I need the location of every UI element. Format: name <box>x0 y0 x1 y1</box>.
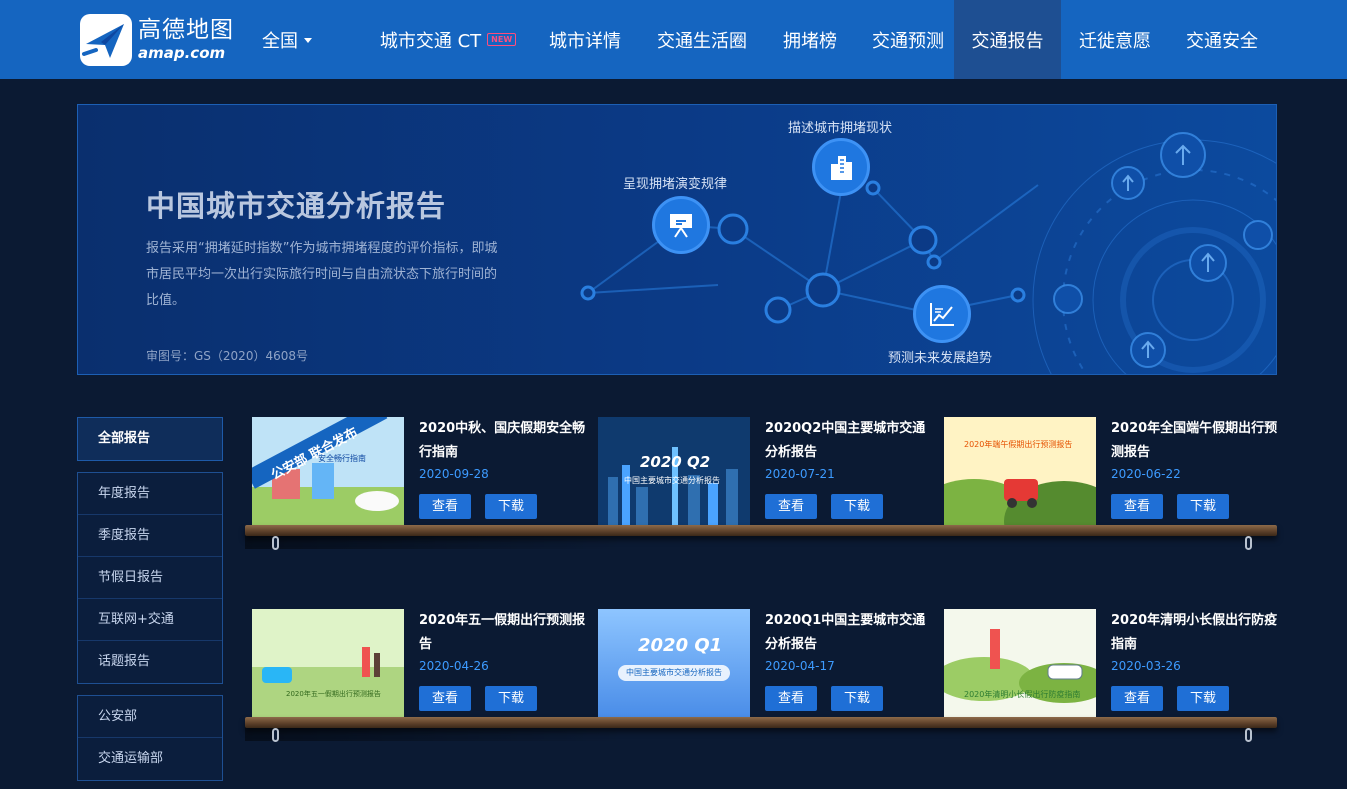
report-thumbnail[interactable]: 2020年五一假期出行预测报告 <box>252 609 404 717</box>
sidebar-group-all: 全部报告 <box>77 417 223 461</box>
thumbnail-caption: 2020年清明小长假出行防疫指南 <box>964 690 1081 699</box>
report-thumbnail[interactable]: 2020年端午假期出行预测报告 <box>944 417 1096 525</box>
banner-title: 中国城市交通分析报告 <box>146 189 447 223</box>
report-thumbnail[interactable]: 2020 Q2 中国主要城市交通分析报告 <box>598 417 750 525</box>
nav-label: 城市交通 CT <box>379 30 482 52</box>
nav-city-details[interactable]: 城市详情 <box>534 0 636 79</box>
sidebar-group-categories: 年度报告 季度报告 节假日报告 互联网+交通 话题报告 <box>77 472 223 684</box>
feature-label-forecast: 预测未来发展趋势 <box>888 351 993 366</box>
report-title[interactable]: 2020Q1中国主要城市交通分析报告 <box>765 609 933 657</box>
city-buildings-icon <box>812 138 870 196</box>
report-thumbnail[interactable]: 公安部 联合发布 安全畅行指南 <box>252 417 404 525</box>
shelf-hook-icon <box>272 536 279 550</box>
thumbnail-caption: 2020 Q2 <box>640 453 711 471</box>
top-navigation-bar: 高德地图 amap.com 全国 城市交通 CT NEW 城市详情 交通生活圈 … <box>0 0 1347 79</box>
download-button[interactable]: 下载 <box>485 494 537 519</box>
view-button[interactable]: 查看 <box>1111 494 1163 519</box>
hero-banner: 中国城市交通分析报告 报告采用“拥堵延时指数”作为城市拥堵程度的评价指标，即城市… <box>77 104 1277 375</box>
report-date: 2020-06-22 <box>1111 467 1181 481</box>
view-button[interactable]: 查看 <box>1111 686 1163 711</box>
view-button[interactable]: 查看 <box>765 686 817 711</box>
nav-traffic-life-circle[interactable]: 交通生活圈 <box>646 0 758 79</box>
view-button[interactable]: 查看 <box>765 494 817 519</box>
shelf-hook-icon <box>1245 536 1252 550</box>
report-card: 2020年五一假期出行预测报告 2020年五一假期出行预测报告 2020-04-… <box>252 609 585 717</box>
report-card: 2020 Q2 中国主要城市交通分析报告 2020Q2中国主要城市交通分析报告 … <box>598 417 928 525</box>
trend-chart-icon <box>913 285 971 343</box>
report-card: 2020年端午假期出行预测报告 2020年全国端午假期出行预测报告 2020-0… <box>944 417 1277 525</box>
paper-plane-logo-icon <box>80 14 132 66</box>
nav-label: 迁徙意愿 <box>1079 30 1151 52</box>
logo-chinese-name: 高德地图 <box>138 17 234 43</box>
shelf-shadow <box>245 727 625 741</box>
map-approval-code: 审图号：GS（2020）4608号 <box>146 349 308 363</box>
thumbnail-caption: 2020 Q1 <box>638 635 723 656</box>
nav-label: 交通报告 <box>971 30 1044 52</box>
thumbnail-subcaption: 中国主要城市交通分析报告 <box>626 668 722 677</box>
report-date: 2020-03-26 <box>1111 659 1181 673</box>
thumbnail-caption: 2020年端午假期出行预测报告 <box>964 440 1073 449</box>
shelf-shadow <box>245 535 625 549</box>
nav-label: 城市详情 <box>549 30 621 52</box>
nav-migration-intent[interactable]: 迁徙意愿 <box>1069 0 1161 79</box>
thumbnail-subcaption: 安全畅行指南 <box>318 454 366 463</box>
nav-traffic-report[interactable]: 交通报告 <box>954 0 1061 79</box>
report-card: 2020年清明小长假出行防疫指南 2020年清明小长假出行防疫指南 2020-0… <box>944 609 1277 717</box>
logo-domain: amap.com <box>138 44 226 62</box>
feature-label-status: 描述城市拥堵现状 <box>788 121 893 136</box>
sidebar-item-quarterly[interactable]: 季度报告 <box>78 515 222 557</box>
new-badge: NEW <box>487 33 517 46</box>
report-title[interactable]: 2020中秋、国庆假期安全畅行指南 <box>419 417 587 465</box>
nav-label: 拥堵榜 <box>783 30 837 52</box>
nav-traffic-forecast[interactable]: 交通预测 <box>862 0 954 79</box>
report-card: 2020 Q1 中国主要城市交通分析报告 2020Q1中国主要城市交通分析报告 … <box>598 609 928 717</box>
download-button[interactable]: 下载 <box>1177 686 1229 711</box>
report-date: 2020-07-21 <box>765 467 835 481</box>
region-selector[interactable]: 全国 <box>262 27 312 53</box>
download-button[interactable]: 下载 <box>831 494 883 519</box>
report-thumbnail[interactable]: 2020 Q1 中国主要城市交通分析报告 <box>598 609 750 717</box>
report-thumbnail[interactable]: 2020年清明小长假出行防疫指南 <box>944 609 1096 717</box>
view-button[interactable]: 查看 <box>419 686 471 711</box>
feature-label-pattern: 呈现拥堵演变规律 <box>623 177 728 192</box>
sidebar-item-topic[interactable]: 话题报告 <box>78 641 222 683</box>
report-date: 2020-04-17 <box>765 659 835 673</box>
nav-city-traffic-ct[interactable]: 城市交通 CT NEW <box>372 0 524 79</box>
shelf-hook-icon <box>272 728 279 742</box>
caret-down-icon <box>304 37 312 43</box>
sidebar-item-annual[interactable]: 年度报告 <box>78 473 222 515</box>
region-label: 全国 <box>262 31 298 52</box>
report-date: 2020-04-26 <box>419 659 489 673</box>
sidebar-item-all-reports[interactable]: 全部报告 <box>78 418 222 460</box>
banner-description: 报告采用“拥堵延时指数”作为城市拥堵程度的评价指标，即城市居民平均一次出行实际旅… <box>146 241 498 308</box>
view-button[interactable]: 查看 <box>419 494 471 519</box>
sidebar-item-transport-ministry[interactable]: 交通运输部 <box>78 738 222 780</box>
amap-logo[interactable]: 高德地图 amap.com <box>80 12 240 68</box>
report-title[interactable]: 2020年清明小长假出行防疫指南 <box>1111 609 1279 657</box>
sidebar-item-public-security[interactable]: 公安部 <box>78 696 222 738</box>
presentation-board-icon <box>652 196 710 254</box>
thumbnail-subcaption: 中国主要城市交通分析报告 <box>624 476 720 485</box>
bookshelf-plank <box>245 525 1277 536</box>
shelf-hook-icon <box>1245 728 1252 742</box>
report-card: 公安部 联合发布 安全畅行指南 2020中秋、国庆假期安全畅行指南 2020-0… <box>252 417 585 525</box>
report-title[interactable]: 2020年全国端午假期出行预测报告 <box>1111 417 1279 465</box>
thumbnail-caption: 2020年五一假期出行预测报告 <box>286 690 381 698</box>
download-button[interactable]: 下载 <box>485 686 537 711</box>
nav-label: 交通安全 <box>1186 30 1258 52</box>
nav-traffic-safety[interactable]: 交通安全 <box>1176 0 1268 79</box>
bookshelf-plank <box>245 717 1277 728</box>
nav-label: 交通生活圈 <box>657 30 747 52</box>
report-title[interactable]: 2020年五一假期出行预测报告 <box>419 609 587 657</box>
sidebar-group-departments: 公安部 交通运输部 <box>77 695 223 781</box>
download-button[interactable]: 下载 <box>831 686 883 711</box>
nav-congestion-ranking[interactable]: 拥堵榜 <box>768 0 852 79</box>
download-button[interactable]: 下载 <box>1177 494 1229 519</box>
sidebar-item-holiday[interactable]: 节假日报告 <box>78 557 222 599</box>
nav-label: 交通预测 <box>872 30 944 52</box>
report-category-sidebar: 全部报告 年度报告 季度报告 节假日报告 互联网+交通 话题报告 公安部 交通运… <box>77 417 223 789</box>
sidebar-item-internet-traffic[interactable]: 互联网+交通 <box>78 599 222 641</box>
report-title[interactable]: 2020Q2中国主要城市交通分析报告 <box>765 417 933 465</box>
report-date: 2020-09-28 <box>419 467 489 481</box>
